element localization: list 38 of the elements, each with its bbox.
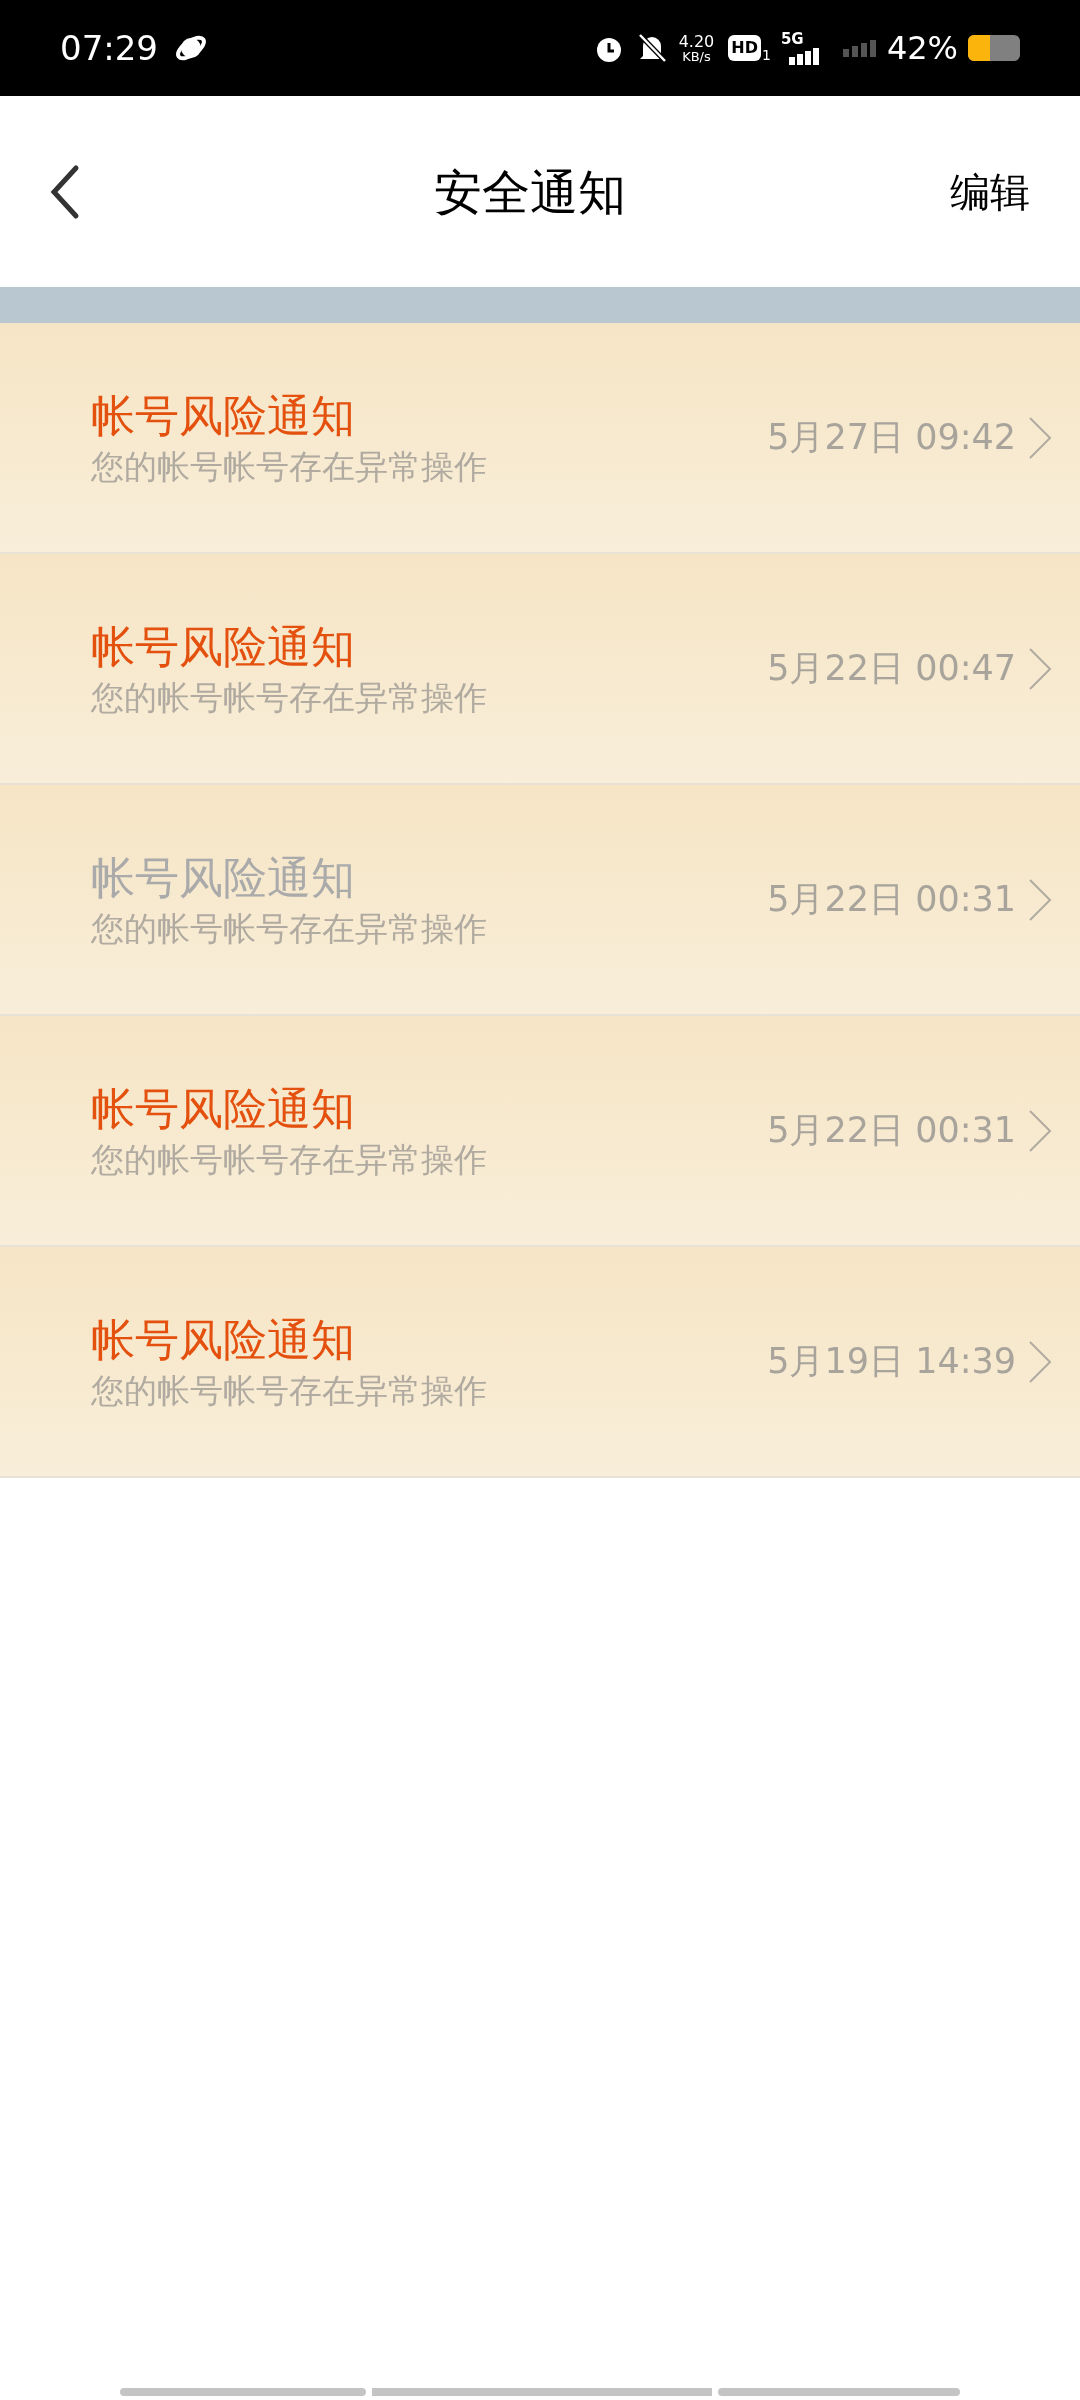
- speed-unit: KB/s: [682, 49, 711, 63]
- page-title: 安全通知: [434, 162, 626, 222]
- notification-time: 5月27日 09:42: [767, 416, 1016, 460]
- hd-icon: HD: [728, 35, 761, 61]
- chevron-right-icon: [1028, 1108, 1052, 1153]
- mute-bell-icon: [636, 32, 667, 64]
- notification-row[interactable]: 帐号风险通知 您的帐号帐号存在异常操作 5月22日 00:31: [0, 1016, 1080, 1247]
- notification-message: 您的帐号帐号存在异常操作: [91, 1369, 488, 1412]
- network-type: 5G: [780, 31, 805, 47]
- notification-row[interactable]: 帐号风险通知 您的帐号帐号存在异常操作 5月27日 09:42: [0, 323, 1080, 554]
- notification-message: 您的帐号帐号存在异常操作: [91, 445, 488, 488]
- notification-time: 5月22日 00:47: [767, 647, 1016, 691]
- edit-button[interactable]: 编辑: [950, 161, 1030, 222]
- notification-message: 您的帐号帐号存在异常操作: [91, 676, 488, 719]
- chevron-right-icon: [1028, 877, 1052, 922]
- notification-title: 帐号风险通知: [91, 850, 356, 905]
- chevron-right-icon: [1028, 415, 1052, 460]
- hd-sim-number: 1: [761, 46, 771, 65]
- chevron-right-icon: [1028, 646, 1052, 691]
- battery-icon: [968, 35, 1020, 61]
- notification-time: 5月22日 00:31: [767, 1109, 1016, 1153]
- battery-percent: 42%: [886, 28, 958, 69]
- notification-title: 帐号风险通知: [91, 388, 356, 443]
- signal-icon: [842, 39, 877, 57]
- notification-row[interactable]: 帐号风险通知 您的帐号帐号存在异常操作 5月19日 14:39: [0, 1247, 1080, 1478]
- notification-title: 帐号风险通知: [91, 619, 356, 674]
- notification-title: 帐号风险通知: [91, 1312, 356, 1367]
- back-icon: [50, 163, 80, 220]
- notification-message: 您的帐号帐号存在异常操作: [91, 907, 488, 950]
- notification-time: 5月19日 14:39: [767, 1340, 1016, 1384]
- notification-message: 您的帐号帐号存在异常操作: [91, 1138, 488, 1181]
- notification-time: 5月22日 00:31: [767, 878, 1016, 922]
- clock: 07:29: [60, 26, 158, 70]
- notification-row[interactable]: 帐号风险通知 您的帐号帐号存在异常操作 5月22日 00:31: [0, 785, 1080, 1016]
- chevron-right-icon: [1028, 1339, 1052, 1384]
- speed-value: 4.20: [678, 33, 715, 50]
- notification-title: 帐号风险通知: [91, 1081, 356, 1136]
- notification-row[interactable]: 帐号风险通知 您的帐号帐号存在异常操作 5月22日 00:47: [0, 554, 1080, 785]
